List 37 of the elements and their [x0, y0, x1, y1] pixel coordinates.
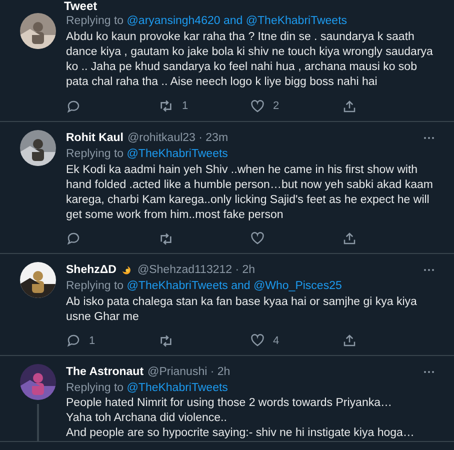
- mention-link[interactable]: @TheKhabriTweets: [126, 148, 228, 160]
- user-handle: @Shehzad113212 · 2h: [137, 262, 256, 278]
- share-icon[interactable]: [342, 231, 357, 246]
- tweet-text: People hated Nimrit for using those 2 words towards Priyanka…: [66, 396, 393, 411]
- count: 1: [182, 99, 188, 114]
- page-title: Tweet: [64, 0, 98, 13]
- tweet-text: And people are so hypocrite saying:- shiv ne hi instigate kiya hoga…: [66, 426, 416, 441]
- reply-icon[interactable]: [66, 333, 81, 348]
- tweet-text: Abdu ko kaun provoke kar raha tha ? Itne din se . saundarya k saath dance kiya , gautam ko jake bola ki shiv ne touch kiya wrongly saudarya ko .. Jaha pe khud sandarya ko feel nahi hua , archana mausi ko sob pata chal raha tha .. Aise neech logo k liye bigg boss nahi hai: [66, 30, 434, 90]
- tweet-text: Ek Kodi ka aadmi hain yeh Shiv ..when he came in his first show with hand folded .acted like a humble person…but now yeh sabki akad kaam karega, charbi Kam karega..only licking Sajid's feet as he expect he will get some work from him..most fake person: [66, 162, 434, 222]
- heart-icon[interactable]: [250, 333, 265, 348]
- user-handle: @rohitkaul23 · 23m: [128, 130, 228, 146]
- user-name[interactable]: Rohit Kaul: [66, 130, 124, 146]
- count: 2: [273, 99, 280, 114]
- mention-link[interactable]: @TheKhabriTweets and @Who_Pisces25: [126, 280, 342, 292]
- heart-icon[interactable]: [250, 98, 265, 114]
- retweet-icon[interactable]: [158, 332, 174, 349]
- reply-icon[interactable]: [66, 98, 81, 114]
- retweet-icon[interactable]: [158, 230, 174, 246]
- replying-label: Replying to: [66, 148, 124, 160]
- replying-label: Replying to: [66, 280, 124, 292]
- replying-label: Replying to: [66, 382, 124, 394]
- tweet-text: Yaha toh Archana did violence..: [66, 411, 228, 426]
- retweet-icon[interactable]: [158, 98, 174, 114]
- user-name[interactable]: The Astronaut: [66, 364, 144, 380]
- tweet-text: Ab isko pata chalega stan ka fan base kyaa hai or samjhe gi kya kiya usne Ghar me: [66, 294, 418, 324]
- count: 4: [273, 334, 280, 348]
- reply-icon[interactable]: [66, 231, 81, 246]
- replying-label: Replying to: [66, 15, 124, 27]
- mention-link[interactable]: @TheKhabriTweets: [126, 382, 228, 394]
- user-name[interactable]: ShehzΔD: [66, 262, 116, 278]
- heart-icon[interactable]: [250, 231, 265, 246]
- user-handle: @Prianushi · 2h: [148, 365, 230, 380]
- count: 1: [89, 334, 96, 348]
- share-icon[interactable]: [342, 333, 357, 348]
- mention-link[interactable]: @aryansingh4620 and @TheKhabriTweets: [126, 15, 348, 27]
- share-icon[interactable]: [342, 98, 357, 114]
